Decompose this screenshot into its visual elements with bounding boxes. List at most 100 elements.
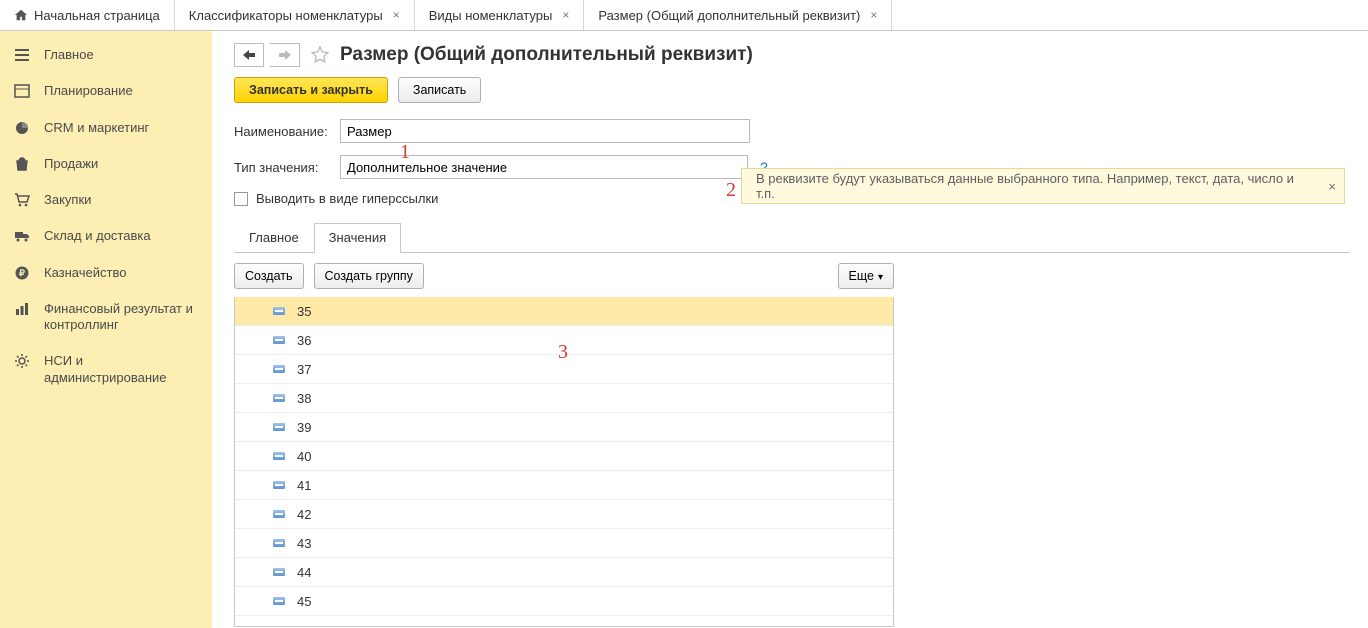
tab-home[interactable]: Начальная страница [0, 0, 175, 30]
type-input[interactable] [340, 155, 748, 179]
table-row[interactable]: 35 [235, 297, 893, 326]
item-icon [273, 423, 285, 431]
table-row[interactable]: 38 [235, 384, 893, 413]
close-icon[interactable]: × [562, 8, 569, 22]
cell-value: 41 [297, 478, 311, 493]
app-tabbar: Начальная страница Классификаторы номенк… [0, 0, 1368, 31]
sidebar-item-label: Казначейство [44, 265, 126, 281]
table-row[interactable]: 43 [235, 529, 893, 558]
name-label: Наименование: [234, 124, 332, 139]
name-input[interactable] [340, 119, 750, 143]
show-as-hyperlink-label: Выводить в виде гиперссылки [256, 191, 438, 206]
table-row[interactable]: 36 [235, 326, 893, 355]
create-group-button[interactable]: Создать группу [314, 263, 424, 289]
table-row[interactable]: 41 [235, 471, 893, 500]
calendar-icon [14, 83, 30, 99]
save-and-close-button[interactable]: Записать и закрыть [234, 77, 388, 103]
tab-label: Виды номенклатуры [429, 8, 553, 23]
table-row[interactable]: 45 [235, 587, 893, 616]
cell-value: 45 [297, 594, 311, 609]
chevron-down-icon: ▾ [878, 272, 883, 283]
item-icon [273, 365, 285, 373]
table-row[interactable]: 44 [235, 558, 893, 587]
sidebar-item-purchases[interactable]: Закупки [0, 182, 212, 218]
sidebar-item-administration[interactable]: НСИ и администрирование [0, 343, 212, 396]
sidebar-item-label: CRM и маркетинг [44, 120, 149, 136]
sidebar-item-warehouse[interactable]: Склад и доставка [0, 218, 212, 254]
gear-icon [14, 353, 30, 369]
table-row[interactable]: 42 [235, 500, 893, 529]
sidebar-item-financial[interactable]: Финансовый результат и контроллинг [0, 291, 212, 344]
cell-value: 36 [297, 333, 311, 348]
tab-nomenclature-types[interactable]: Виды номенклатуры × [415, 0, 585, 30]
table-row[interactable]: 37 [235, 355, 893, 384]
sidebar-item-main[interactable]: Главное [0, 37, 212, 73]
cell-value: 43 [297, 536, 311, 551]
chart-pie-icon [14, 120, 30, 136]
more-label: Еще [849, 269, 874, 283]
sidebar: Главное Планирование CRM и маркетинг Про… [0, 31, 212, 628]
close-icon[interactable]: × [870, 8, 877, 22]
save-button[interactable]: Записать [398, 77, 481, 103]
sidebar-item-label: Закупки [44, 192, 91, 208]
item-icon [273, 568, 285, 576]
cell-value: 40 [297, 449, 311, 464]
bag-icon [14, 156, 30, 172]
more-button[interactable]: Еще ▾ [838, 263, 894, 289]
cell-value: 44 [297, 565, 311, 580]
item-icon [273, 539, 285, 547]
cell-value: 37 [297, 362, 311, 377]
sidebar-item-label: Финансовый результат и контроллинг [44, 301, 198, 334]
tab-size-attribute[interactable]: Размер (Общий дополнительный реквизит) × [584, 0, 892, 30]
create-button[interactable]: Создать [234, 263, 304, 289]
main-content: Размер (Общий дополнительный реквизит) З… [212, 31, 1368, 628]
page-title: Размер (Общий дополнительный реквизит) [340, 44, 753, 66]
sidebar-item-sales[interactable]: Продажи [0, 146, 212, 182]
show-as-hyperlink-checkbox[interactable] [234, 192, 248, 206]
values-grid[interactable]: 35 36 37 38 39 40 41 42 43 44 45 [234, 297, 894, 627]
item-icon [273, 481, 285, 489]
type-hint-tooltip: В реквизите будут указываться данные выб… [741, 168, 1345, 204]
cell-value: 42 [297, 507, 311, 522]
table-row[interactable]: 39 [235, 413, 893, 442]
tab-label: Классификаторы номенклатуры [189, 8, 383, 23]
subtab-main[interactable]: Главное [234, 223, 314, 253]
sidebar-item-label: Продажи [44, 156, 98, 172]
item-icon [273, 394, 285, 402]
cell-value: 39 [297, 420, 311, 435]
cell-value: 38 [297, 391, 311, 406]
sidebar-item-crm[interactable]: CRM и маркетинг [0, 110, 212, 146]
home-icon [14, 8, 28, 22]
close-icon[interactable]: × [393, 8, 400, 22]
item-icon [273, 307, 285, 315]
sidebar-item-label: Планирование [44, 83, 133, 99]
subtab-values[interactable]: Значения [314, 223, 401, 253]
tab-label: Начальная страница [34, 8, 160, 23]
sidebar-item-planning[interactable]: Планирование [0, 73, 212, 109]
favorite-star-icon[interactable] [310, 45, 330, 65]
sidebar-item-label: Главное [44, 47, 94, 63]
bars-icon [14, 301, 30, 317]
tooltip-text: В реквизите будут указываться данные выб… [756, 171, 1316, 201]
cart-icon [14, 192, 30, 208]
table-row[interactable]: 40 [235, 442, 893, 471]
sidebar-item-label: Склад и доставка [44, 228, 151, 244]
nav-back-button[interactable] [234, 43, 264, 67]
type-label: Тип значения: [234, 160, 332, 175]
nav-forward-button[interactable] [270, 43, 300, 67]
tab-classifiers[interactable]: Классификаторы номенклатуры × [175, 0, 415, 30]
subtab-bar: Главное Значения [234, 222, 1350, 253]
item-icon [273, 452, 285, 460]
svg-text:₽: ₽ [19, 268, 25, 278]
sidebar-item-treasury[interactable]: ₽ Казначейство [0, 255, 212, 291]
sidebar-item-label: НСИ и администрирование [44, 353, 198, 386]
menu-icon [14, 47, 30, 63]
item-icon [273, 336, 285, 344]
close-icon[interactable]: × [1328, 179, 1336, 194]
truck-icon [14, 228, 30, 244]
item-icon [273, 597, 285, 605]
ruble-icon: ₽ [14, 265, 30, 281]
cell-value: 35 [297, 304, 311, 319]
item-icon [273, 510, 285, 518]
tab-label: Размер (Общий дополнительный реквизит) [598, 8, 860, 23]
